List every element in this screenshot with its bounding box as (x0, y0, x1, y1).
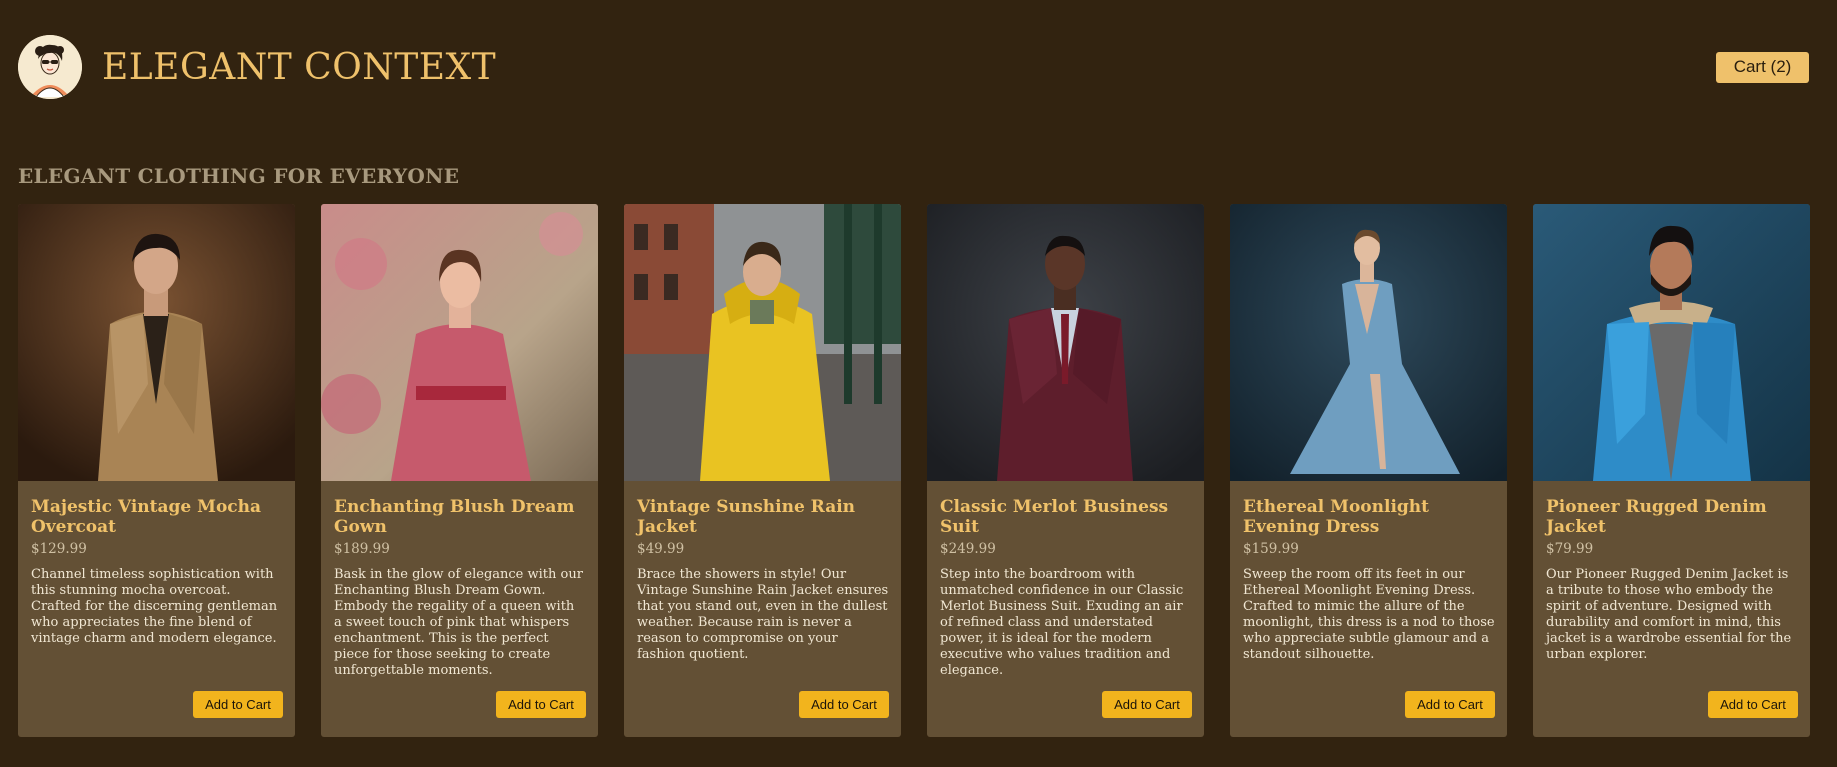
product-info: Enchanting Blush Dream Gown $189.99 Bask… (321, 481, 598, 679)
product-name[interactable]: Vintage Sunshine Rain Jacket (637, 497, 889, 537)
product-card: Enchanting Blush Dream Gown $189.99 Bask… (321, 204, 598, 737)
product-name[interactable]: Classic Merlot Business Suit (940, 497, 1192, 537)
product-card: Majestic Vintage Mocha Overcoat $129.99 … (18, 204, 295, 737)
product-description: Brace the showers in style! Our Vintage … (637, 567, 889, 662)
product-info: Classic Merlot Business Suit $249.99 Ste… (927, 481, 1204, 679)
product-price: $249.99 (940, 541, 996, 557)
product-card: Pioneer Rugged Denim Jacket $79.99 Our P… (1533, 204, 1810, 737)
product-info: Ethereal Moonlight Evening Dress $159.99… (1230, 481, 1507, 663)
product-info: Majestic Vintage Mocha Overcoat $129.99 … (18, 481, 295, 647)
man-in-mocha-overcoat-photo-icon[interactable] (18, 204, 295, 481)
site-header: ELEGANT CONTEXT Cart (2) (18, 35, 1809, 99)
man-in-merlot-suit-photo-icon[interactable] (927, 204, 1204, 481)
product-description: Sweep the room off its feet in our Ether… (1243, 567, 1495, 662)
product-description: Bask in the glow of elegance with our En… (334, 567, 583, 678)
product-name[interactable]: Majestic Vintage Mocha Overcoat (31, 497, 283, 537)
cart-button[interactable]: Cart (2) (1716, 51, 1809, 83)
product-description: Channel timeless sophistication with thi… (31, 567, 278, 646)
product-description: Our Pioneer Rugged Denim Jacket is a tri… (1546, 567, 1792, 662)
section-title: ELEGANT CLOTHING FOR EVERYONE (18, 164, 460, 188)
product-price: $49.99 (637, 541, 685, 557)
add-to-cart-button[interactable]: Add to Cart (193, 691, 283, 718)
product-card: Ethereal Moonlight Evening Dress $159.99… (1230, 204, 1507, 737)
product-name[interactable]: Enchanting Blush Dream Gown (334, 497, 586, 537)
product-price: $79.99 (1546, 541, 1594, 557)
add-to-cart-button[interactable]: Add to Cart (1102, 691, 1192, 718)
product-info: Pioneer Rugged Denim Jacket $79.99 Our P… (1533, 481, 1810, 663)
product-name[interactable]: Ethereal Moonlight Evening Dress (1243, 497, 1495, 537)
add-to-cart-button[interactable]: Add to Cart (799, 691, 889, 718)
woman-in-pink-gown-photo-icon[interactable] (321, 204, 598, 481)
man-in-denim-jacket-photo-icon[interactable] (1533, 204, 1810, 481)
product-info: Vintage Sunshine Rain Jacket $49.99 Brac… (624, 481, 901, 663)
woman-in-blue-evening-dress-photo-icon[interactable] (1230, 204, 1507, 481)
add-to-cart-button[interactable]: Add to Cart (1708, 691, 1798, 718)
product-card: Classic Merlot Business Suit $249.99 Ste… (927, 204, 1204, 737)
product-price: $159.99 (1243, 541, 1299, 557)
product-grid: Majestic Vintage Mocha Overcoat $129.99 … (18, 204, 1810, 737)
product-name[interactable]: Pioneer Rugged Denim Jacket (1546, 497, 1798, 537)
product-description: Step into the boardroom with unmatched c… (940, 567, 1184, 678)
add-to-cart-button[interactable]: Add to Cart (496, 691, 586, 718)
add-to-cart-button[interactable]: Add to Cart (1405, 691, 1495, 718)
product-price: $189.99 (334, 541, 390, 557)
man-in-yellow-raincoat-photo-icon[interactable] (624, 204, 901, 481)
brand-name[interactable]: ELEGANT CONTEXT (102, 47, 496, 88)
product-card: Vintage Sunshine Rain Jacket $49.99 Brac… (624, 204, 901, 737)
product-price: $129.99 (31, 541, 87, 557)
woman-portrait-logo-icon[interactable] (18, 35, 82, 99)
